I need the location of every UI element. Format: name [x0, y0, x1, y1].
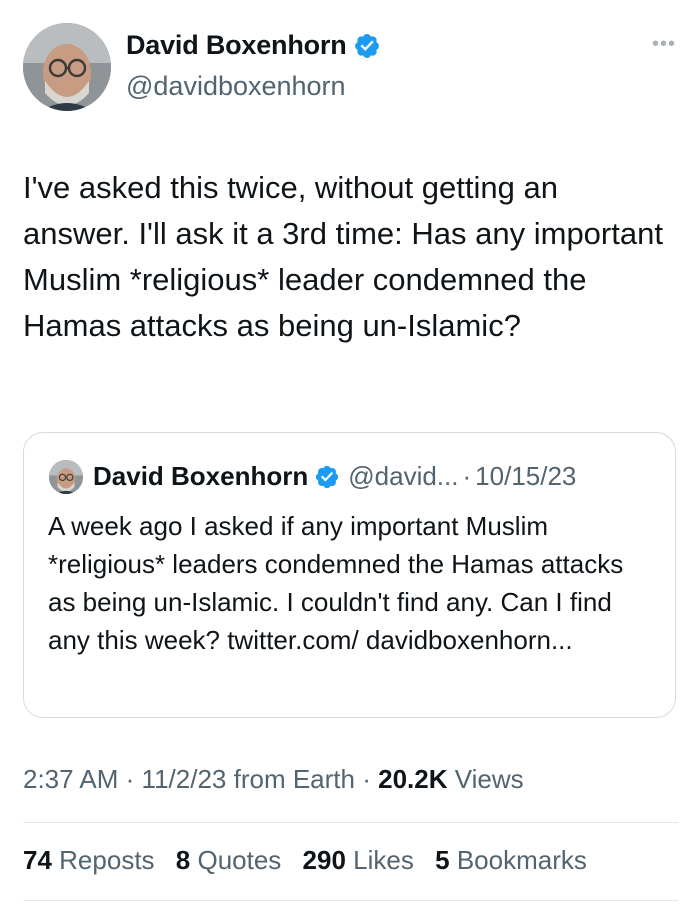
quotes-count: 8 [175, 845, 191, 875]
avatar-photo [23, 23, 111, 111]
author-name[interactable]: David Boxenhorn [126, 30, 347, 61]
quoted-tweet-text: A week ago I asked if any important Musl… [48, 511, 624, 655]
meta-separator: · [362, 764, 371, 794]
author-handle[interactable]: @davidboxenhorn [126, 71, 346, 102]
quoted-avatar-photo [49, 460, 83, 494]
tweet-time[interactable]: 2:37 AM [23, 764, 118, 794]
tweet-text: I've asked this twice, without getting a… [23, 170, 663, 343]
quoted-author-name: David Boxenhorn [93, 461, 309, 491]
meta-separator: · [125, 764, 135, 794]
bookmarks-label: Bookmarks [456, 845, 587, 875]
quoted-date: 10/15/23 [475, 461, 577, 491]
quotes-label: Quotes [197, 845, 282, 875]
bookmarks-stat[interactable]: 5 Bookmarks [435, 845, 587, 876]
author-name-row: David Boxenhorn [126, 30, 381, 61]
tweet-detail: David Boxenhorn @davidboxenhorn ••• I've… [0, 0, 700, 904]
views-count: 20.2K [378, 764, 448, 794]
divider [23, 900, 678, 901]
likes-count: 290 [302, 845, 346, 875]
more-icon[interactable]: ••• [652, 33, 676, 56]
reposts-stat[interactable]: 74 Reposts [23, 845, 155, 876]
verified-badge-icon[interactable] [353, 32, 381, 60]
reposts-count: 74 [23, 845, 52, 875]
likes-label: Likes [353, 845, 414, 875]
likes-stat[interactable]: 290 Likes [303, 845, 414, 876]
tweet-meta: 2:37 AM · 11/2/23 from Earth · 20.2K Vie… [23, 764, 524, 795]
quoted-separator: · [462, 461, 472, 491]
author-avatar[interactable] [23, 23, 111, 111]
quoted-author-handle: @david... [348, 461, 459, 491]
engagement-stats: 74 Reposts 8 Quotes 290 Likes 5 Bookmark… [23, 845, 601, 876]
quoted-tweet-header: David Boxenhorn @david... · 10/15/23 [93, 461, 576, 492]
views-label: Views [454, 764, 524, 794]
quotes-stat[interactable]: 8 Quotes [176, 845, 282, 876]
divider [23, 822, 678, 823]
quoted-tweet[interactable]: David Boxenhorn @david... · 10/15/23 A w… [23, 432, 676, 718]
bookmarks-count: 5 [435, 845, 450, 875]
tweet-date[interactable]: 11/2/23 [142, 764, 227, 794]
tweet-source: from Earth [233, 764, 355, 794]
quoted-author-avatar [49, 460, 83, 494]
reposts-label: Reposts [59, 845, 155, 875]
quoted-verified-badge-icon [316, 465, 339, 488]
